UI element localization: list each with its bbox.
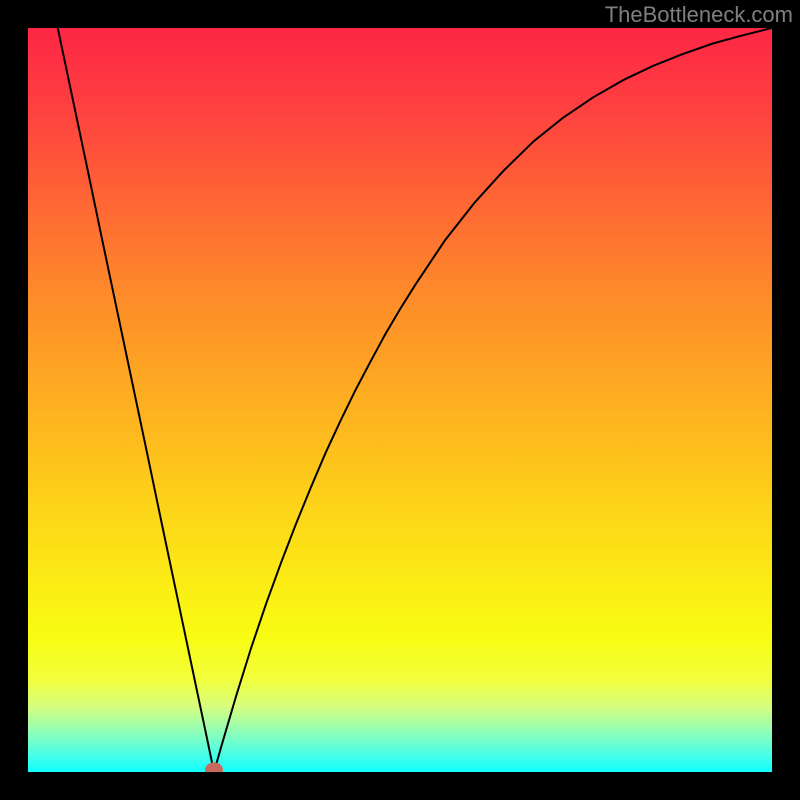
watermark-text: TheBottleneck.com [605, 2, 793, 28]
chart-frame: TheBottleneck.com [0, 0, 800, 800]
minimum-marker [205, 762, 223, 772]
bottleneck-curve [58, 28, 772, 772]
curve-overlay [28, 28, 772, 772]
